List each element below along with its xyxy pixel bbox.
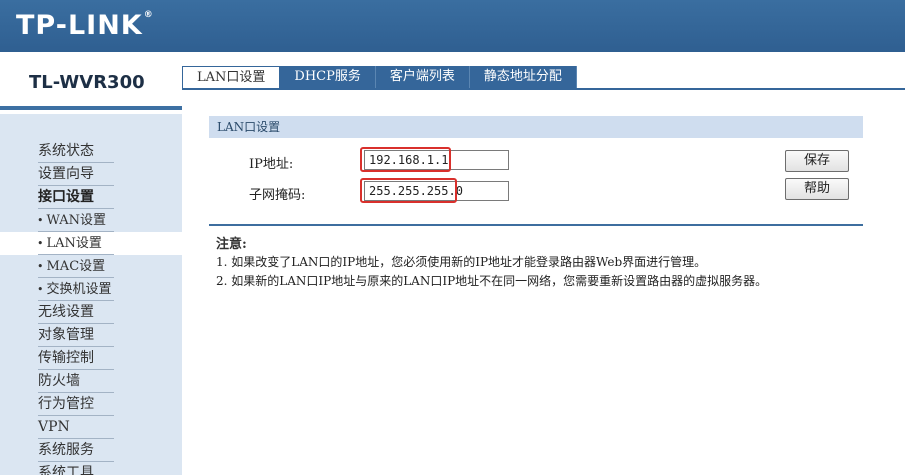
sidebar-item-behavior-control[interactable]: 行为管控 bbox=[38, 393, 114, 416]
tab-static-address[interactable]: 静态地址分配 bbox=[469, 66, 577, 88]
sidebar-item-object-management[interactable]: 对象管理 bbox=[38, 324, 114, 347]
note-line-1: 1. 如果改变了LAN口的IP地址，您必须使用新的IP地址才能登录路由器Web界… bbox=[216, 255, 707, 269]
section-divider bbox=[209, 224, 863, 226]
sidebar-item-firewall[interactable]: 防火墙 bbox=[38, 370, 114, 393]
sidebar-item-transfer-control[interactable]: 传输控制 bbox=[38, 347, 114, 370]
section-header: LAN口设置 bbox=[209, 116, 863, 138]
sidebar-item-switch-settings[interactable]: 交换机设置 bbox=[38, 278, 114, 301]
sidebar-item-wan-settings[interactable]: WAN设置 bbox=[38, 209, 114, 232]
tab-underline bbox=[182, 88, 905, 90]
sidebar-item-setup-wizard[interactable]: 设置向导 bbox=[38, 163, 114, 186]
ip-highlight-box bbox=[360, 147, 451, 172]
tab-lan-settings[interactable]: LAN口设置 bbox=[182, 66, 281, 88]
sidebar-item-vpn[interactable]: VPN bbox=[38, 416, 114, 439]
sidebar-item-interface-settings[interactable]: 接口设置 bbox=[38, 186, 114, 209]
brand-logo: TP-LINK® bbox=[16, 10, 154, 41]
sidebar-item-system-status[interactable]: 系统状态 bbox=[38, 140, 114, 163]
model-panel: TL-WVR300 bbox=[0, 52, 182, 110]
help-button[interactable]: 帮助 bbox=[785, 178, 849, 200]
tab-client-list[interactable]: 客户端列表 bbox=[375, 66, 470, 88]
sidebar-menu: 系统状态 设置向导 接口设置 WAN设置 LAN设置 MAC设置 交换机设置 无… bbox=[38, 140, 114, 475]
subnet-mask-label: 子网掩码: bbox=[249, 188, 306, 203]
tab-dhcp-service[interactable]: DHCP服务 bbox=[280, 66, 376, 88]
top-banner: TP-LINK® bbox=[0, 0, 905, 52]
notes-title: 注意: bbox=[216, 237, 247, 252]
sidebar-item-mac-settings[interactable]: MAC设置 bbox=[38, 255, 114, 278]
save-button[interactable]: 保存 bbox=[785, 150, 849, 172]
tab-strip: LAN口设置 DHCP服务 客户端列表 静态地址分配 bbox=[182, 66, 577, 88]
ip-address-label: IP地址: bbox=[249, 157, 294, 172]
sidebar-item-lan-settings[interactable]: LAN设置 bbox=[38, 232, 114, 255]
sidebar: 系统状态 设置向导 接口设置 WAN设置 LAN设置 MAC设置 交换机设置 无… bbox=[0, 114, 182, 475]
sidebar-item-system-tools[interactable]: 系统工具 bbox=[38, 462, 114, 475]
device-model: TL-WVR300 bbox=[29, 72, 145, 93]
trademark-mark: ® bbox=[143, 10, 154, 20]
note-line-2: 2. 如果新的LAN口IP地址与原来的LAN口IP地址不在同一网络，您需要重新设… bbox=[216, 274, 768, 288]
sidebar-item-wireless-settings[interactable]: 无线设置 bbox=[38, 301, 114, 324]
mask-highlight-box bbox=[360, 178, 457, 203]
sidebar-item-system-services[interactable]: 系统服务 bbox=[38, 439, 114, 462]
brand-name: TP-LINK bbox=[16, 10, 143, 41]
